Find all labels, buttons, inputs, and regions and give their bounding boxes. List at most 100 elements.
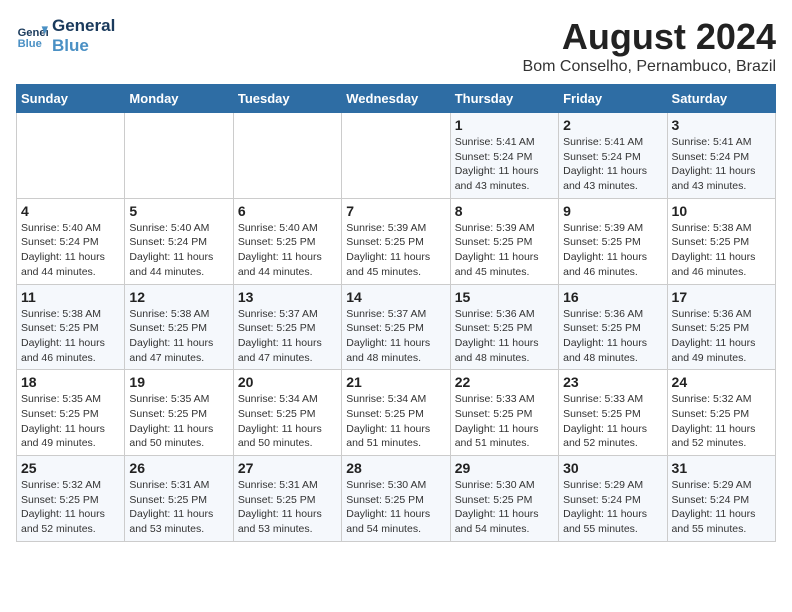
day-info: Sunrise: 5:30 AM Sunset: 5:25 PM Dayligh… <box>455 478 554 537</box>
week-row-2: 11 Sunrise: 5:38 AM Sunset: 5:25 PM Dayli… <box>17 284 776 370</box>
calendar-cell: 29 Sunrise: 5:30 AM Sunset: 5:25 PM Dayli… <box>450 456 558 542</box>
day-number: 27 <box>238 460 337 476</box>
calendar-cell: 13 Sunrise: 5:37 AM Sunset: 5:25 PM Dayli… <box>233 284 341 370</box>
day-number: 15 <box>455 289 554 305</box>
calendar-cell: 30Sunrise: 5:29 AM Sunset: 5:24 PM Dayli… <box>559 456 667 542</box>
day-info: Sunrise: 5:39 AM Sunset: 5:25 PM Dayligh… <box>563 221 662 280</box>
day-info: Sunrise: 5:38 AM Sunset: 5:25 PM Dayligh… <box>21 307 120 366</box>
day-info: Sunrise: 5:29 AM Sunset: 5:24 PM Dayligh… <box>563 478 662 537</box>
calendar-cell: 10 Sunrise: 5:38 AM Sunset: 5:25 PM Dayli… <box>667 198 775 284</box>
day-number: 16 <box>563 289 662 305</box>
calendar-cell: 31 Sunrise: 5:29 AM Sunset: 5:24 PM Dayli… <box>667 456 775 542</box>
day-info: Sunrise: 5:32 AM Sunset: 5:25 PM Dayligh… <box>672 392 771 451</box>
calendar-cell: 9 Sunrise: 5:39 AM Sunset: 5:25 PM Daylig… <box>559 198 667 284</box>
calendar-cell: 19 Sunrise: 5:35 AM Sunset: 5:25 PM Dayli… <box>125 370 233 456</box>
calendar-cell: 6 Sunrise: 5:40 AM Sunset: 5:25 PM Daylig… <box>233 198 341 284</box>
calendar-cell: 15Sunrise: 5:36 AM Sunset: 5:25 PM Dayli… <box>450 284 558 370</box>
day-info: Sunrise: 5:32 AM Sunset: 5:25 PM Dayligh… <box>21 478 120 537</box>
calendar-cell: 24 Sunrise: 5:32 AM Sunset: 5:25 PM Dayli… <box>667 370 775 456</box>
day-info: Sunrise: 5:40 AM Sunset: 5:25 PM Dayligh… <box>238 221 337 280</box>
header-thursday: Thursday <box>450 85 558 113</box>
logo: General Blue General Blue <box>16 16 115 57</box>
calendar-cell: 25Sunrise: 5:32 AM Sunset: 5:25 PM Dayli… <box>17 456 125 542</box>
day-info: Sunrise: 5:37 AM Sunset: 5:25 PM Dayligh… <box>238 307 337 366</box>
day-number: 31 <box>672 460 771 476</box>
calendar-cell: 12 Sunrise: 5:38 AM Sunset: 5:25 PM Dayli… <box>125 284 233 370</box>
day-number: 6 <box>238 203 337 219</box>
week-row-3: 18 Sunrise: 5:35 AM Sunset: 5:25 PM Dayli… <box>17 370 776 456</box>
day-number: 28 <box>346 460 445 476</box>
week-row-4: 25Sunrise: 5:32 AM Sunset: 5:25 PM Dayli… <box>17 456 776 542</box>
calendar-cell <box>233 113 341 199</box>
logo-line2: Blue <box>52 36 115 56</box>
day-number: 4 <box>21 203 120 219</box>
day-number: 13 <box>238 289 337 305</box>
calendar-cell: 22 Sunrise: 5:33 AM Sunset: 5:25 PM Dayli… <box>450 370 558 456</box>
day-info: Sunrise: 5:38 AM Sunset: 5:25 PM Dayligh… <box>129 307 228 366</box>
day-number: 9 <box>563 203 662 219</box>
calendar-cell: 5 Sunrise: 5:40 AM Sunset: 5:24 PM Daylig… <box>125 198 233 284</box>
day-number: 12 <box>129 289 228 305</box>
day-number: 14 <box>346 289 445 305</box>
calendar-cell: 1 Sunrise: 5:41 AM Sunset: 5:24 PM Daylig… <box>450 113 558 199</box>
day-number: 5 <box>129 203 228 219</box>
calendar-cell: 4 Sunrise: 5:40 AM Sunset: 5:24 PM Daylig… <box>17 198 125 284</box>
day-number: 29 <box>455 460 554 476</box>
day-number: 21 <box>346 374 445 390</box>
day-number: 17 <box>672 289 771 305</box>
day-info: Sunrise: 5:36 AM Sunset: 5:25 PM Dayligh… <box>563 307 662 366</box>
day-number: 8 <box>455 203 554 219</box>
day-info: Sunrise: 5:31 AM Sunset: 5:25 PM Dayligh… <box>238 478 337 537</box>
calendar-cell: 14Sunrise: 5:37 AM Sunset: 5:25 PM Dayli… <box>342 284 450 370</box>
calendar-cell: 8 Sunrise: 5:39 AM Sunset: 5:25 PM Daylig… <box>450 198 558 284</box>
day-info: Sunrise: 5:34 AM Sunset: 5:25 PM Dayligh… <box>346 392 445 451</box>
day-info: Sunrise: 5:41 AM Sunset: 5:24 PM Dayligh… <box>563 135 662 194</box>
day-info: Sunrise: 5:41 AM Sunset: 5:24 PM Dayligh… <box>672 135 771 194</box>
day-number: 22 <box>455 374 554 390</box>
header-monday: Monday <box>125 85 233 113</box>
title-block: August 2024 Bom Conselho, Pernambuco, Br… <box>523 16 776 76</box>
calendar-header-row: SundayMondayTuesdayWednesdayThursdayFrid… <box>17 85 776 113</box>
day-info: Sunrise: 5:40 AM Sunset: 5:24 PM Dayligh… <box>21 221 120 280</box>
header-saturday: Saturday <box>667 85 775 113</box>
day-info: Sunrise: 5:39 AM Sunset: 5:25 PM Dayligh… <box>346 221 445 280</box>
day-info: Sunrise: 5:33 AM Sunset: 5:25 PM Dayligh… <box>455 392 554 451</box>
day-number: 24 <box>672 374 771 390</box>
main-title: August 2024 <box>523 16 776 58</box>
day-number: 1 <box>455 117 554 133</box>
day-number: 10 <box>672 203 771 219</box>
calendar-cell: 21 Sunrise: 5:34 AM Sunset: 5:25 PM Dayli… <box>342 370 450 456</box>
day-number: 2 <box>563 117 662 133</box>
day-info: Sunrise: 5:29 AM Sunset: 5:24 PM Dayligh… <box>672 478 771 537</box>
header-sunday: Sunday <box>17 85 125 113</box>
calendar-cell: 28 Sunrise: 5:30 AM Sunset: 5:25 PM Dayli… <box>342 456 450 542</box>
calendar-cell: 17 Sunrise: 5:36 AM Sunset: 5:25 PM Dayli… <box>667 284 775 370</box>
day-info: Sunrise: 5:35 AM Sunset: 5:25 PM Dayligh… <box>21 392 120 451</box>
subtitle: Bom Conselho, Pernambuco, Brazil <box>523 58 776 76</box>
day-number: 11 <box>21 289 120 305</box>
day-number: 20 <box>238 374 337 390</box>
day-info: Sunrise: 5:31 AM Sunset: 5:25 PM Dayligh… <box>129 478 228 537</box>
logo-line1: General <box>52 16 115 36</box>
calendar-cell: 11 Sunrise: 5:38 AM Sunset: 5:25 PM Dayli… <box>17 284 125 370</box>
calendar-body: 1 Sunrise: 5:41 AM Sunset: 5:24 PM Daylig… <box>17 113 776 542</box>
calendar-cell: 3Sunrise: 5:41 AM Sunset: 5:24 PM Daylig… <box>667 113 775 199</box>
day-info: Sunrise: 5:39 AM Sunset: 5:25 PM Dayligh… <box>455 221 554 280</box>
day-info: Sunrise: 5:36 AM Sunset: 5:25 PM Dayligh… <box>672 307 771 366</box>
day-number: 18 <box>21 374 120 390</box>
day-number: 19 <box>129 374 228 390</box>
header-tuesday: Tuesday <box>233 85 341 113</box>
day-info: Sunrise: 5:35 AM Sunset: 5:25 PM Dayligh… <box>129 392 228 451</box>
svg-text:Blue: Blue <box>18 39 42 51</box>
day-info: Sunrise: 5:41 AM Sunset: 5:24 PM Dayligh… <box>455 135 554 194</box>
calendar-cell <box>125 113 233 199</box>
calendar-cell: 2 Sunrise: 5:41 AM Sunset: 5:24 PM Daylig… <box>559 113 667 199</box>
header-wednesday: Wednesday <box>342 85 450 113</box>
page-header: General Blue General Blue August 2024 Bo… <box>16 16 776 76</box>
day-info: Sunrise: 5:30 AM Sunset: 5:25 PM Dayligh… <box>346 478 445 537</box>
day-info: Sunrise: 5:40 AM Sunset: 5:24 PM Dayligh… <box>129 221 228 280</box>
calendar-cell: 20Sunrise: 5:34 AM Sunset: 5:25 PM Dayli… <box>233 370 341 456</box>
week-row-1: 4 Sunrise: 5:40 AM Sunset: 5:24 PM Daylig… <box>17 198 776 284</box>
day-info: Sunrise: 5:38 AM Sunset: 5:25 PM Dayligh… <box>672 221 771 280</box>
calendar-table: SundayMondayTuesdayWednesdayThursdayFrid… <box>16 84 776 542</box>
